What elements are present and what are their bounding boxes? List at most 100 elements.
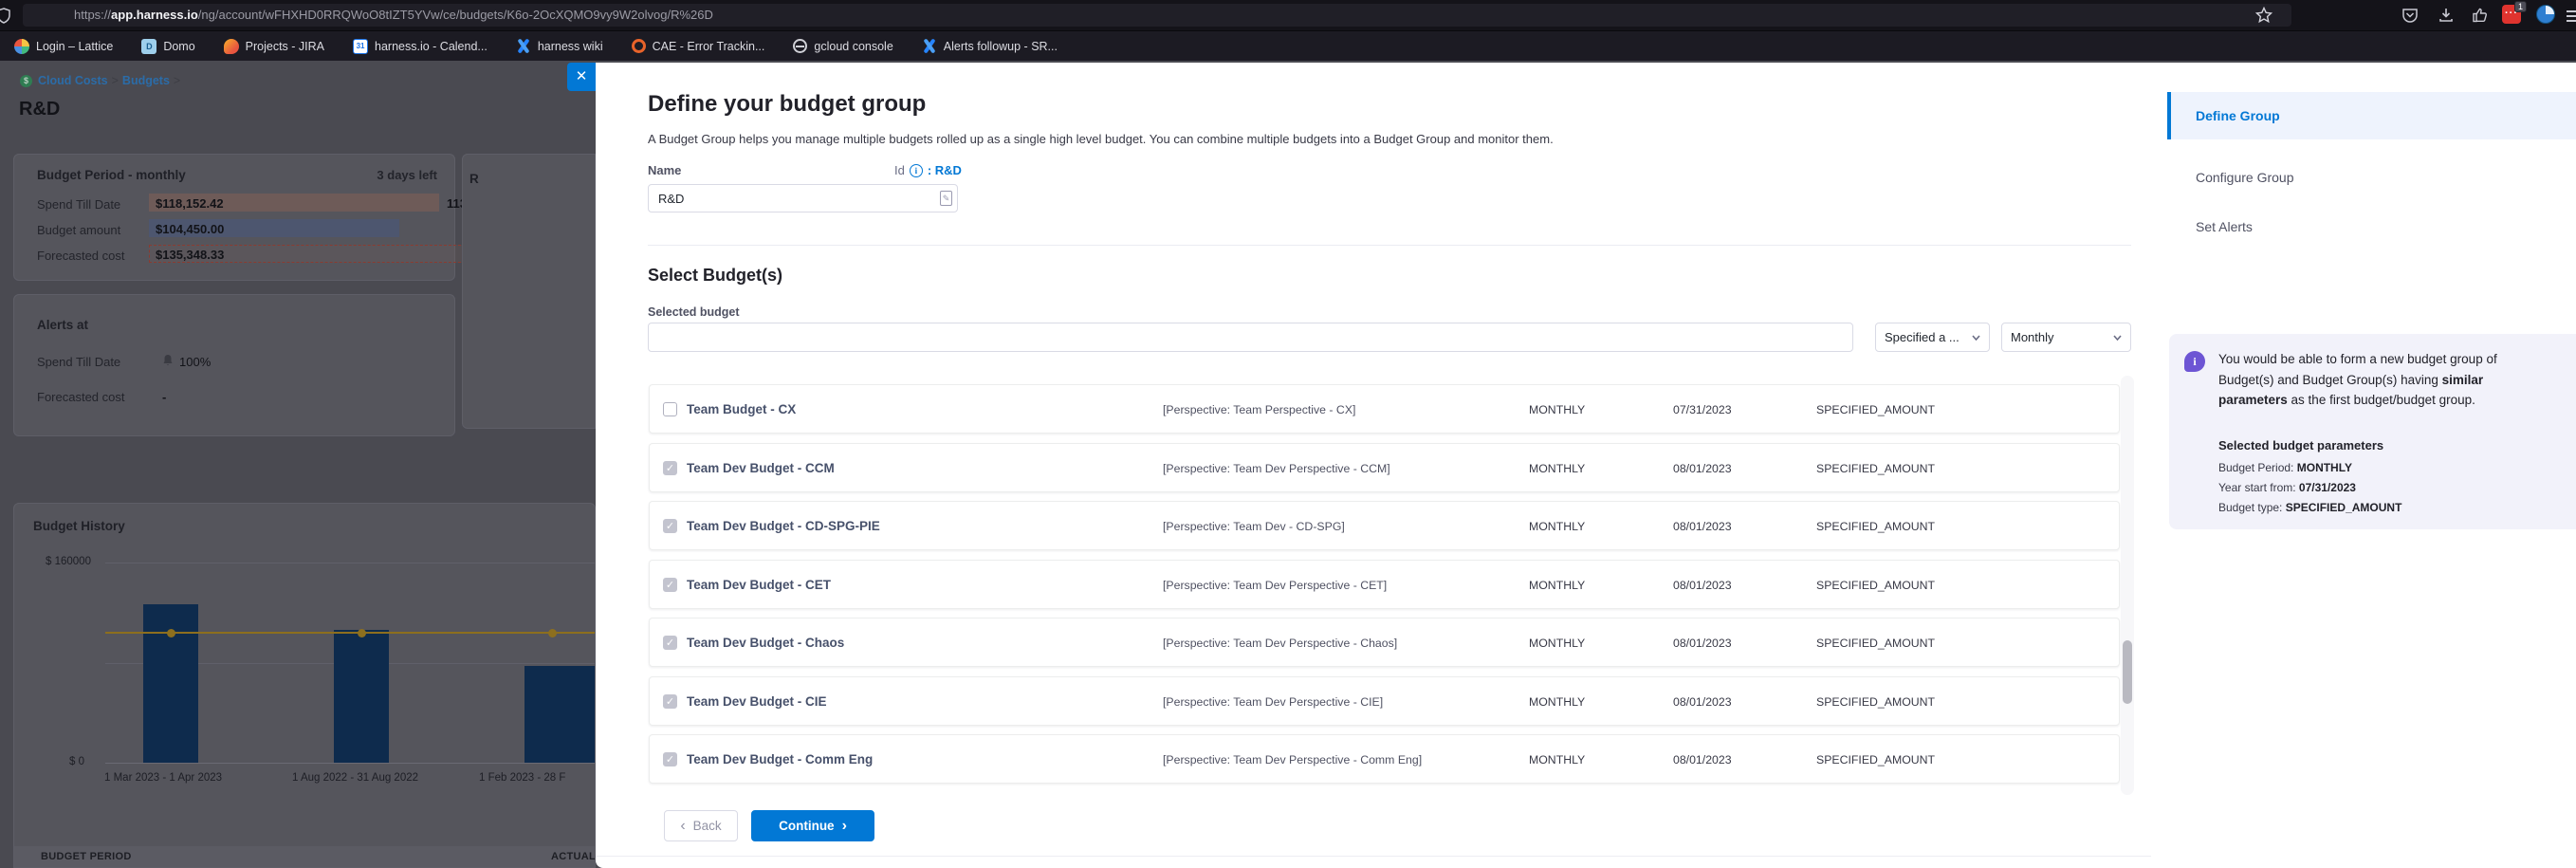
history-bar[interactable] — [524, 666, 596, 763]
chevron-down-icon — [2113, 335, 2122, 341]
budget-start-date: 08/01/2023 — [1673, 520, 1732, 533]
pocket-icon[interactable] — [2401, 7, 2419, 24]
id-value[interactable]: : R&D — [928, 163, 962, 177]
budget-start-date: 08/01/2023 — [1673, 579, 1732, 592]
budgeted-amount-line — [105, 632, 596, 634]
bookmark-label: Projects - JIRA — [246, 40, 324, 53]
bookmark-item[interactable]: Domo — [141, 39, 194, 54]
wizard-step-set-alerts[interactable]: Set Alerts — [2167, 203, 2576, 250]
gridline-0 — [105, 763, 596, 764]
budget-period: MONTHLY — [1529, 520, 1585, 533]
back-button[interactable]: ‹Back — [664, 810, 738, 841]
x-label-3: 1 Feb 2023 - 28 F — [479, 772, 565, 784]
scrollbar-thumb[interactable] — [2123, 640, 2132, 704]
budget-start-date: 08/01/2023 — [1673, 753, 1732, 766]
bookmark-item[interactable]: Projects - JIRA — [224, 39, 324, 54]
budget-row[interactable]: Team Dev Budget - CCM [Perspective: Team… — [649, 443, 2120, 492]
budget-period-filter-dropdown[interactable]: Monthly — [2001, 323, 2131, 352]
budget-line-point[interactable] — [358, 629, 366, 637]
shield-icon[interactable] — [0, 8, 11, 24]
budget-period: MONTHLY — [1529, 637, 1585, 650]
id-info-icon[interactable]: i — [910, 164, 923, 177]
budget-row[interactable]: Team Dev Budget - CET [Perspective: Team… — [649, 560, 2120, 609]
budget-line-point[interactable] — [548, 629, 557, 637]
breadcrumb-budgets[interactable]: Budgets — [122, 74, 170, 87]
budget-group-modal: Define your budget group A Budget Group … — [596, 63, 2576, 868]
bookmark-label: gcloud console — [814, 40, 892, 53]
bookmark-item[interactable]: gcloud console — [793, 39, 892, 53]
selected-budget-input[interactable] — [648, 323, 1853, 352]
param-year-start: Year start from: 07/31/2023 — [2218, 481, 2356, 494]
close-icon[interactable]: ✕ — [567, 63, 596, 91]
extension-thumb-icon[interactable] — [2472, 7, 2489, 24]
name-input[interactable] — [648, 184, 958, 212]
budget-type: SPECIFIED_AMOUNT — [1816, 753, 1935, 766]
account-icon[interactable] — [2536, 5, 2555, 24]
bookmark-favicon — [516, 39, 531, 54]
param-budget-type: Budget type: SPECIFIED_AMOUNT — [2218, 501, 2401, 514]
alert-forecast-label: Forecasted cost — [37, 390, 125, 404]
budget-name: Team Dev Budget - CET — [687, 578, 831, 592]
budget-checkbox[interactable] — [663, 461, 677, 475]
budget-perspective: [Perspective: Team Dev Perspective - CIE… — [1163, 695, 1383, 709]
bookmark-label: harness.io - Calend... — [375, 40, 488, 53]
budget-row[interactable]: Team Dev Budget - Comm Eng [Perspective:… — [649, 734, 2120, 784]
edit-name-icon[interactable]: ✎ — [940, 191, 952, 206]
budget-name: Team Dev Budget - CD-SPG-PIE — [687, 519, 880, 533]
budget-checkbox[interactable] — [663, 694, 677, 709]
history-bar[interactable] — [334, 630, 389, 763]
budget-list: Team Budget - CX [Perspective: Team Pers… — [645, 376, 2125, 795]
budget-row[interactable]: Team Dev Budget - Chaos [Perspective: Te… — [649, 618, 2120, 667]
browser-menu-icon[interactable] — [2567, 8, 2576, 23]
bookmark-item[interactable]: Login – Lattice — [14, 39, 113, 54]
forecast-value: $135,348.33 — [156, 248, 224, 262]
y-axis-top-label: $ 160000 — [46, 556, 91, 567]
budget-detail-card: Budget Period - monthly 3 days left Spen… — [13, 154, 455, 281]
budget-checkbox[interactable] — [663, 636, 677, 650]
bookmark-favicon — [353, 39, 368, 54]
alerts-heading: Alerts at — [37, 318, 88, 332]
cloud-costs-icon: $ — [20, 75, 32, 87]
bookmark-favicon — [922, 39, 937, 54]
footer-divider — [596, 856, 2151, 857]
breadcrumb-cloud-costs[interactable]: Cloud Costs — [38, 74, 108, 87]
budget-checkbox[interactable] — [663, 752, 677, 766]
actual-column-header: ACTUAL — [551, 851, 596, 862]
bookmark-favicon — [224, 39, 239, 54]
bookmark-star-icon[interactable] — [2255, 7, 2272, 24]
bookmark-favicon — [793, 39, 807, 53]
url-text[interactable]: https://app.harness.io/ng/account/wFHXHD… — [74, 8, 713, 22]
budget-row[interactable]: Team Dev Budget - CD-SPG-PIE [Perspectiv… — [649, 501, 2120, 550]
budget-checkbox[interactable] — [663, 519, 677, 533]
budget-row[interactable]: Team Budget - CX [Perspective: Team Pers… — [649, 384, 2120, 434]
chevron-down-icon — [1972, 335, 1980, 341]
bell-icon — [162, 354, 174, 367]
budget-row[interactable]: Team Dev Budget - CIE [Perspective: Team… — [649, 676, 2120, 726]
bookmark-item[interactable]: Alerts followup - SR... — [922, 39, 1058, 54]
budget-name: Team Budget - CX — [687, 402, 796, 416]
wizard-step-define-group[interactable]: Define Group — [2167, 92, 2576, 139]
budget-perspective: [Perspective: Team Dev Perspective - CCM… — [1163, 462, 1390, 475]
url-domain: app.harness.io — [111, 8, 198, 22]
budget-amount-value: $104,450.00 — [156, 222, 224, 236]
wizard-step-configure-group[interactable]: Configure Group — [2167, 154, 2576, 201]
budget-start-date: 08/01/2023 — [1673, 637, 1732, 650]
bookmark-item[interactable]: harness.io - Calend... — [353, 39, 488, 54]
budget-type-filter-dropdown[interactable]: Specified a ... — [1875, 323, 1990, 352]
bookmark-item[interactable]: CAE - Error Trackin... — [632, 39, 765, 53]
list-scrollbar[interactable] — [2121, 376, 2134, 795]
bookmark-item[interactable]: harness wiki — [516, 39, 603, 54]
budget-line-point[interactable] — [167, 629, 175, 637]
section-divider — [648, 245, 2131, 246]
budget-type: SPECIFIED_AMOUNT — [1816, 520, 1935, 533]
id-label: Id — [894, 163, 905, 177]
modal-title: Define your budget group — [648, 91, 926, 118]
budget-checkbox[interactable] — [663, 578, 677, 592]
download-icon[interactable] — [2438, 7, 2455, 24]
budget-start-date: 08/01/2023 — [1673, 695, 1732, 709]
bookmark-favicon — [141, 39, 156, 54]
budget-history-card: Budget History $ 160000 $ 0 1 Mar 2023 -… — [13, 503, 596, 868]
budget-checkbox[interactable] — [663, 402, 677, 416]
continue-button[interactable]: Continue› — [751, 810, 874, 841]
bookmarks-bar: Login – Lattice Domo Projects - JIRA har… — [0, 30, 2576, 61]
